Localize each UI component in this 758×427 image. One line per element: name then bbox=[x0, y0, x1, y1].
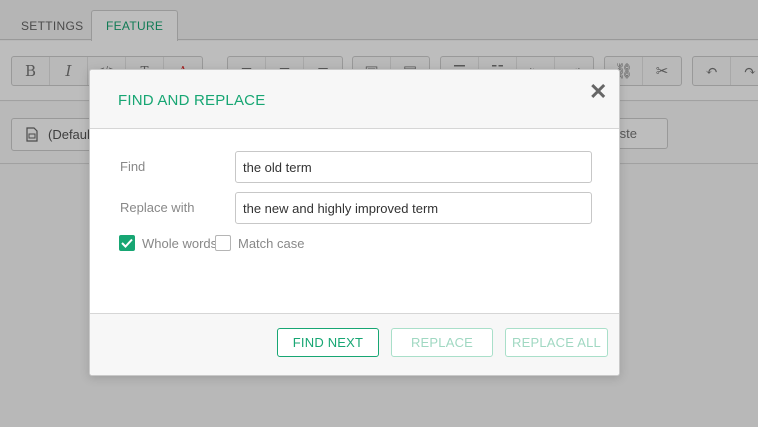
find-next-button[interactable]: FIND NEXT bbox=[277, 328, 379, 357]
dialog-footer: FIND NEXT REPLACE REPLACE ALL bbox=[90, 313, 619, 375]
whole-words-checkbox[interactable] bbox=[119, 235, 135, 251]
replace-input[interactable] bbox=[235, 192, 592, 224]
whole-words-option[interactable]: Whole words bbox=[119, 235, 217, 251]
match-case-label: Match case bbox=[238, 235, 305, 251]
match-case-checkbox[interactable] bbox=[215, 235, 231, 251]
whole-words-label: Whole words bbox=[142, 235, 218, 251]
replace-all-button[interactable]: REPLACE ALL bbox=[505, 328, 608, 357]
dialog-header: FIND AND REPLACE ✕ bbox=[90, 70, 619, 129]
find-replace-dialog: FIND AND REPLACE ✕ Find Replace with Who… bbox=[89, 69, 620, 376]
replace-button[interactable]: REPLACE bbox=[391, 328, 493, 357]
find-input[interactable] bbox=[235, 151, 592, 183]
find-label: Find bbox=[120, 159, 146, 174]
close-icon[interactable]: ✕ bbox=[589, 81, 607, 103]
replace-label: Replace with bbox=[120, 200, 195, 215]
match-case-option[interactable]: Match case bbox=[215, 235, 304, 251]
checkmark-icon bbox=[121, 238, 133, 248]
dialog-title: FIND AND REPLACE bbox=[118, 92, 266, 109]
